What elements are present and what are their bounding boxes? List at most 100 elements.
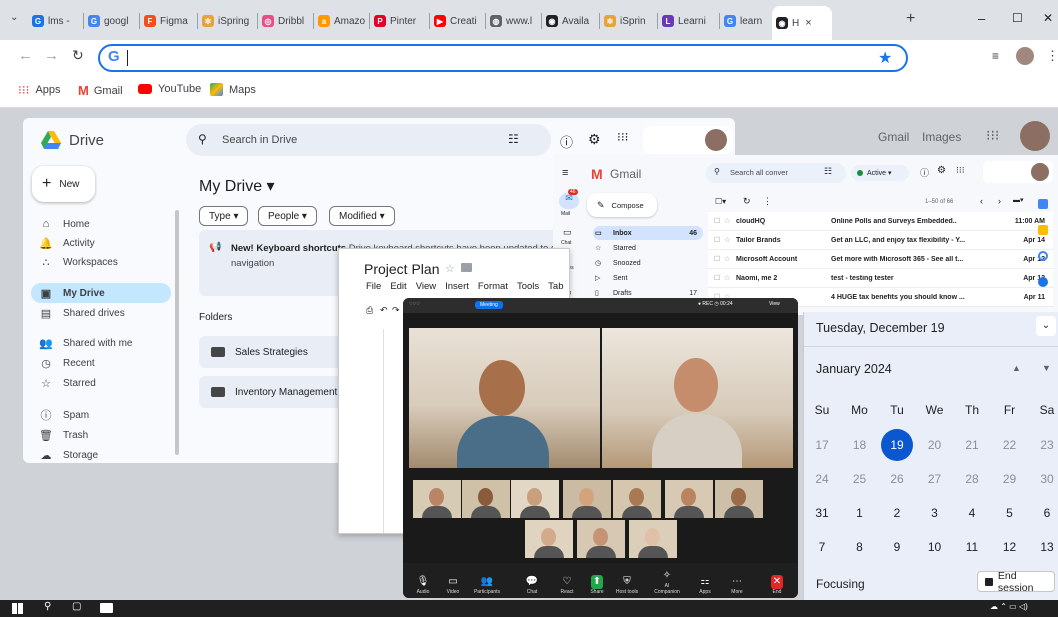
window-buttons[interactable]: ○○○ [409,301,420,307]
calendar-day[interactable]: 29 [992,472,1028,486]
calendar-day[interactable]: 7 [804,540,840,554]
menu-view[interactable]: View [416,281,436,292]
calendar-day[interactable]: 3 [917,506,953,520]
images-link[interactable]: Images [922,130,961,144]
sidebar-item-workspaces[interactable]: ∴ Workspaces [31,252,171,272]
menu-format[interactable]: Format [478,281,508,292]
sidebar-item-trash[interactable]: 🗑 Trash [31,425,171,445]
star-icon[interactable]: ☆ [445,262,455,275]
video-tile-participant[interactable] [613,480,661,518]
bookmark-apps[interactable]: ⁝⁝⁝ Apps [18,83,61,97]
account-box[interactable] [643,126,733,154]
browser-tab[interactable]: F Figma [140,8,198,34]
maximize-button[interactable]: ☐ [1012,11,1023,25]
close-window-button[interactable]: ✕ [1043,11,1053,25]
end-session-button[interactable]: End session [977,570,1055,594]
people-filter[interactable]: People ▾ [258,206,317,226]
calendar-day[interactable]: 8 [842,540,878,554]
calendar-day[interactable]: 25 [842,472,878,486]
minimize-button[interactable]: – [978,11,985,26]
row-checkbox[interactable]: ☐ [714,255,724,263]
browser-tab[interactable]: Glms - [28,8,84,34]
browser-tab[interactable]: ✲ iSprin [600,8,658,34]
calendar-day[interactable]: 11 [954,540,990,554]
browser-tab[interactable]: ✲ iSpring [198,8,258,34]
star-icon[interactable]: ☆ [724,255,736,263]
selected-day[interactable]: 19 [881,429,913,461]
row-checkbox[interactable]: ☐ [714,217,724,225]
menu-file[interactable]: File [366,281,381,292]
browser-tab[interactable]: L Learni [658,8,720,34]
video-tile-participant[interactable] [577,520,625,558]
tab-search-button[interactable]: ⌄ [10,12,18,23]
browser-tab[interactable]: ◎ Dribbl [258,8,314,34]
help-icon[interactable]: ⓘ [560,132,573,151]
doc-title[interactable]: Project Plan [364,261,439,277]
calendar-day[interactable]: 10 [917,540,953,554]
refresh-icon[interactable]: ↻ [743,196,751,207]
account-box[interactable] [983,161,1053,183]
bookmark-maps[interactable]: Maps [210,83,256,96]
bookmark-youtube[interactable]: YouTube [138,83,201,95]
email-row[interactable]: ☐ ☆ Tailor Brands Get an LLC, and enjoy tax… [708,231,1053,250]
calendar-day[interactable]: 22 [992,438,1028,452]
sidebar-item-starred[interactable]: ☆ Starred [31,373,171,393]
sidebar-item-shared-drives[interactable]: ▤ Shared drives [31,303,171,323]
video-tile-speaker[interactable] [602,328,793,468]
star-icon[interactable]: ☆ [724,274,736,282]
calendar-day[interactable]: 1 [842,506,878,520]
react-button[interactable]: ♡ React [553,575,581,595]
system-tray[interactable]: ☁ ⌃ ▭ ◁) [990,602,1028,611]
tab-close-icon[interactable]: × [805,17,811,29]
settings-gear-icon[interactable]: ⚙ [937,165,946,176]
star-icon[interactable]: ☆ [724,217,736,225]
video-button[interactable]: ▭ Video [439,575,467,595]
video-tile-participant[interactable] [462,480,510,518]
chrome-menu-icon[interactable]: ⋮ [1046,48,1058,64]
forward-arrow-icon[interactable]: → [44,47,59,64]
address-bar-input[interactable]: G ★ [98,44,908,72]
menu-edit[interactable]: Edit [390,281,406,292]
folder-item[interactable]: Inventory Management [199,376,359,408]
calendar-day[interactable]: 18 [842,438,878,452]
more-button[interactable]: ⋯ More [723,575,751,595]
email-row[interactable]: ☐ ☆ Naomi, me 2 test - testing tester Apr 12 [708,269,1053,288]
participants-button[interactable]: 👥 Participants [473,575,501,595]
browser-tab[interactable]: ◍ www.l [486,8,542,34]
redo-icon[interactable]: ↷ [392,305,400,316]
host-tools-button[interactable]: ⛨ Host tools [613,575,641,595]
calendar-day[interactable]: 6 [1029,506,1058,520]
star-icon[interactable]: ☆ [724,236,736,244]
sidebar-item-my-drive[interactable]: ▣ My Drive [31,283,171,303]
calendar-day[interactable]: 26 [879,472,915,486]
chat-button[interactable]: 💬 Chat [518,575,546,595]
calendar-day[interactable]: 4 [954,506,990,520]
gmail-label-inbox[interactable]: ▭ Inbox 46 [593,226,703,240]
modified-filter[interactable]: Modified ▾ [329,206,395,226]
sidebar-item-home[interactable]: ⌂ Home [31,214,171,234]
status-dropdown[interactable]: Active ▾ [851,165,909,181]
browser-tab[interactable]: Ggoogl [84,8,140,34]
calendar-day[interactable]: 13 [1029,540,1058,554]
email-row[interactable]: ☐ ☆ Microsoft Account Get more with Microso… [708,250,1053,269]
video-tile-participant[interactable] [563,480,611,518]
bookmark-gmail[interactable]: M Gmail [78,83,123,98]
apps-grid-icon[interactable]: ⁝⁝⁝ [956,165,965,176]
scrollbar[interactable] [175,210,179,455]
windows-start-icon[interactable] [12,603,23,614]
search-icon[interactable]: ⚲ [44,601,51,612]
email-row[interactable]: ☐ ☆ cloudHQ Online Polls and Surveys Embedd… [708,212,1053,231]
calendar-day[interactable]: 28 [954,472,990,486]
more-icon[interactable]: ⋮ [763,196,772,207]
folder-icon[interactable] [461,263,472,272]
type-filter[interactable]: Type ▾ [199,206,249,226]
browser-tab[interactable]: ◉ Availa [542,8,600,34]
row-checkbox[interactable]: ☐ [714,236,724,244]
select-all-checkbox[interactable]: ☐▾ [715,197,726,206]
calendar-day[interactable]: 21 [954,438,990,452]
video-tile-participant[interactable] [665,480,713,518]
new-button[interactable]: + New [32,166,95,202]
search-options-icon[interactable]: ☷ [508,132,519,146]
calendar-day[interactable]: 17 [804,438,840,452]
recording-indicator[interactable]: ● REC ◷ 00:24 [698,301,733,307]
